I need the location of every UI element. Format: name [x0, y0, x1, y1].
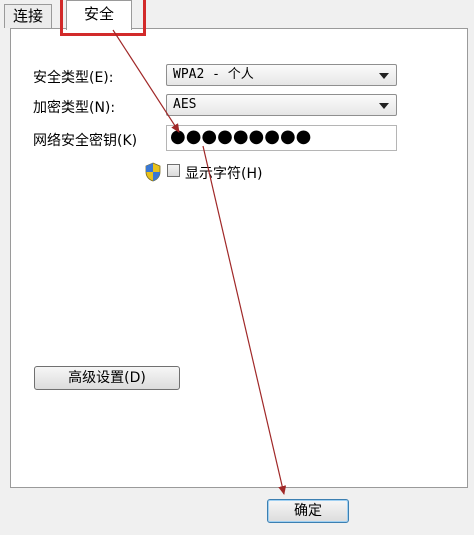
encryption-type-label: 加密类型(N): [33, 100, 116, 116]
security-type-label: 安全类型(E): [33, 70, 114, 86]
encryption-type-select[interactable]: AES [166, 94, 397, 116]
show-characters-checkbox[interactable] [167, 164, 180, 177]
advanced-settings-button[interactable]: 高级设置(D) [34, 366, 180, 390]
tab-connection[interactable]: 连接 [4, 4, 52, 28]
chevron-down-icon [379, 103, 389, 109]
security-type-value: WPA2 - 个人 [173, 67, 254, 82]
encryption-type-value: AES [173, 97, 197, 112]
network-key-label: 网络安全密钥(K) [33, 133, 138, 149]
ok-button[interactable]: 确定 [267, 499, 349, 523]
tab-highlight-annotation [60, 0, 146, 36]
show-characters-label: 显示字符(H) [185, 166, 263, 182]
network-key-input[interactable]: ●●●●●●●●● [166, 125, 397, 151]
uac-shield-icon [145, 162, 161, 182]
security-type-select[interactable]: WPA2 - 个人 [166, 64, 397, 86]
chevron-down-icon [379, 73, 389, 79]
